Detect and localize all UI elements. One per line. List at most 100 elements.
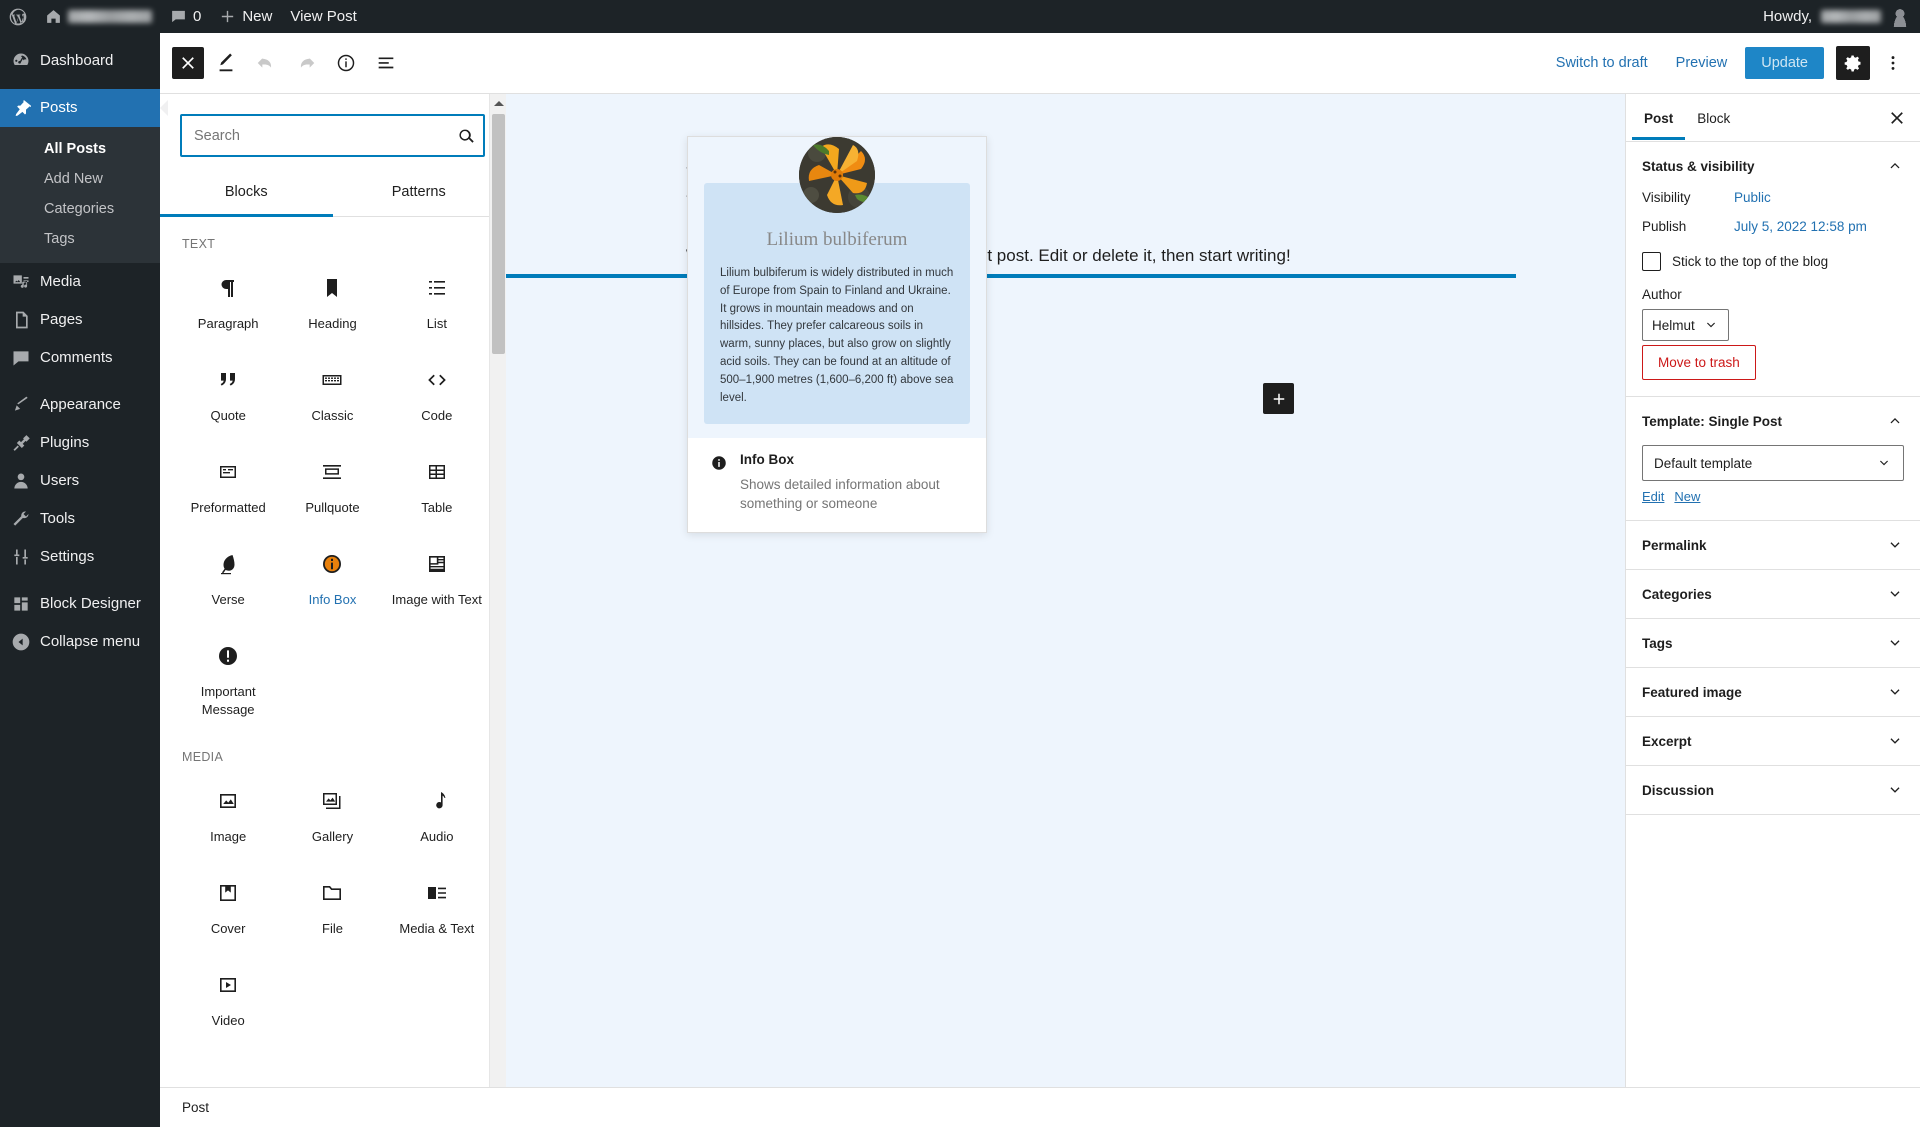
submenu-item-tags[interactable]: Tags (0, 224, 160, 254)
edit-mode-button[interactable] (208, 45, 244, 81)
settings-toggle-button[interactable] (1836, 46, 1870, 80)
block-item-image[interactable]: Image (176, 772, 280, 864)
block-item-file[interactable]: File (280, 864, 384, 956)
sidebar-item-block-designer[interactable]: Block Designer (0, 585, 160, 623)
panel-header-discussion[interactable]: Discussion (1626, 766, 1920, 814)
tab-blocks[interactable]: Blocks (160, 167, 333, 217)
more-options-button[interactable] (1878, 46, 1908, 80)
account-menu[interactable]: Howdy, (1763, 6, 1920, 27)
block-item-verse[interactable]: Verse (176, 535, 280, 627)
panel-title: Template: Single Post (1642, 413, 1783, 429)
comments-icon (11, 348, 31, 368)
inserter-scrollbar[interactable] (489, 94, 506, 1127)
block-item-label: Pullquote (305, 500, 360, 515)
new-content-menu[interactable]: New (210, 0, 281, 33)
block-item-media-text[interactable]: Media & Text (385, 864, 489, 956)
sticky-row[interactable]: Stick to the top of the blog (1642, 252, 1904, 271)
publish-date-button[interactable]: July 5, 2022 12:58 pm (1734, 219, 1867, 234)
redo-button[interactable] (288, 45, 324, 81)
panel-title: Excerpt (1642, 733, 1692, 749)
panel-header-categories[interactable]: Categories (1626, 570, 1920, 618)
undo-button[interactable] (248, 45, 284, 81)
panel-header-status-visibility[interactable]: Status & visibility (1626, 142, 1920, 190)
chevron-up-icon (1890, 418, 1900, 424)
template-select[interactable]: Default template (1642, 445, 1904, 481)
close-inserter-button[interactable] (172, 47, 204, 79)
sidebar-item-posts[interactable]: Posts (0, 89, 168, 127)
close-settings-button[interactable] (1880, 101, 1914, 135)
tab-block[interactable]: Block (1685, 97, 1742, 140)
visibility-value-button[interactable]: Public (1734, 190, 1771, 205)
submenu-item-categories[interactable]: Categories (0, 194, 160, 224)
list-view-button[interactable] (368, 45, 404, 81)
search-input[interactable] (194, 127, 453, 144)
panel-header-excerpt[interactable]: Excerpt (1626, 717, 1920, 765)
search-box[interactable] (180, 114, 485, 157)
sidebar-item-comments[interactable]: Comments (0, 339, 160, 377)
sidebar-item-collapse-menu[interactable]: Collapse menu (0, 623, 160, 661)
editor-shell: Switch to draft Preview Update Blo (160, 33, 1920, 1127)
scrollbar-thumb[interactable] (492, 114, 505, 354)
block-item-gallery[interactable]: Gallery (280, 772, 384, 864)
block-item-pullquote[interactable]: Pullquote (280, 443, 384, 535)
block-item-label: Info Box (308, 592, 357, 607)
panel-header-template[interactable]: Template: Single Post (1626, 397, 1920, 445)
panel-header-tags[interactable]: Tags (1626, 619, 1920, 667)
block-item-preformatted[interactable]: Preformatted (176, 443, 280, 535)
sidebar-item-label: Posts (40, 99, 78, 117)
block-item-audio[interactable]: Audio (385, 772, 489, 864)
chevron-down-icon (1706, 322, 1715, 328)
block-item-heading[interactable]: Heading (280, 259, 384, 351)
template-edit-link[interactable]: Edit (1642, 489, 1664, 504)
preview-meta: Info Box Shows detailed information abou… (688, 438, 986, 532)
comments-bubble[interactable]: 0 (161, 0, 210, 33)
breadcrumb[interactable]: Post (182, 1100, 209, 1115)
sidebar-item-dashboard[interactable]: Dashboard (0, 42, 160, 80)
sidebar-item-users[interactable]: Users (0, 462, 160, 500)
block-item-image-with-text[interactable]: Image with Text (385, 535, 489, 627)
tab-post[interactable]: Post (1632, 97, 1686, 140)
sidebar-item-tools[interactable]: Tools (0, 500, 160, 538)
menu-spacer (0, 576, 160, 585)
switch-to-draft-button[interactable]: Switch to draft (1546, 49, 1658, 77)
tab-patterns[interactable]: Patterns (333, 167, 506, 217)
submenu-item-all-posts[interactable]: All Posts (0, 134, 160, 164)
block-item-paragraph[interactable]: Paragraph (176, 259, 280, 351)
block-item-table[interactable]: Table (385, 443, 489, 535)
wordpress-logo-menu[interactable] (0, 0, 36, 33)
panel-header-featured-image[interactable]: Featured image (1626, 668, 1920, 716)
add-block-button[interactable] (1263, 383, 1294, 414)
update-button[interactable]: Update (1745, 47, 1824, 79)
preview-button[interactable]: Preview (1666, 49, 1738, 77)
preview-meta-text: Info Box Shows detailed information abou… (740, 452, 970, 514)
block-item-info-box[interactable]: Info Box (280, 535, 384, 627)
sticky-checkbox[interactable] (1642, 252, 1661, 271)
block-item-list[interactable]: List (385, 259, 489, 351)
scroll-up-arrow[interactable] (490, 94, 507, 111)
block-item-quote[interactable]: Quote (176, 351, 280, 443)
menu-spacer (0, 33, 160, 42)
details-button[interactable] (328, 45, 364, 81)
template-new-link[interactable]: New (1674, 489, 1700, 504)
move-to-trash-button[interactable]: Move to trash (1642, 345, 1756, 380)
sidebar-item-plugins[interactable]: Plugins (0, 424, 160, 462)
author-select[interactable]: Helmut (1642, 309, 1729, 341)
block-item-cover[interactable]: Cover (176, 864, 280, 956)
block-item-classic[interactable]: Classic (280, 351, 384, 443)
block-item-video[interactable]: Video (176, 956, 280, 1048)
sticky-label: Stick to the top of the blog (1672, 254, 1829, 269)
sidebar-item-appearance[interactable]: Appearance (0, 386, 160, 424)
block-item-label: Important Message (200, 684, 256, 717)
sidebar-item-label: Dashboard (40, 52, 114, 70)
sidebar-item-pages[interactable]: Pages (0, 301, 160, 339)
sidebar-item-settings[interactable]: Settings (0, 538, 160, 576)
submenu-item-add-new[interactable]: Add New (0, 164, 160, 194)
site-name-menu[interactable] (36, 0, 161, 33)
block-item-code[interactable]: Code (385, 351, 489, 443)
post-paragraph-block[interactable]: Welcome to WordPress. This is your first… (506, 242, 1516, 279)
block-item-important-message[interactable]: Important Message (176, 627, 280, 730)
panel-header-permalink[interactable]: Permalink (1626, 521, 1920, 569)
sidebar-item-media[interactable]: Media (0, 263, 160, 301)
view-post-link[interactable]: View Post (281, 0, 365, 33)
block-item-label: File (322, 921, 343, 937)
